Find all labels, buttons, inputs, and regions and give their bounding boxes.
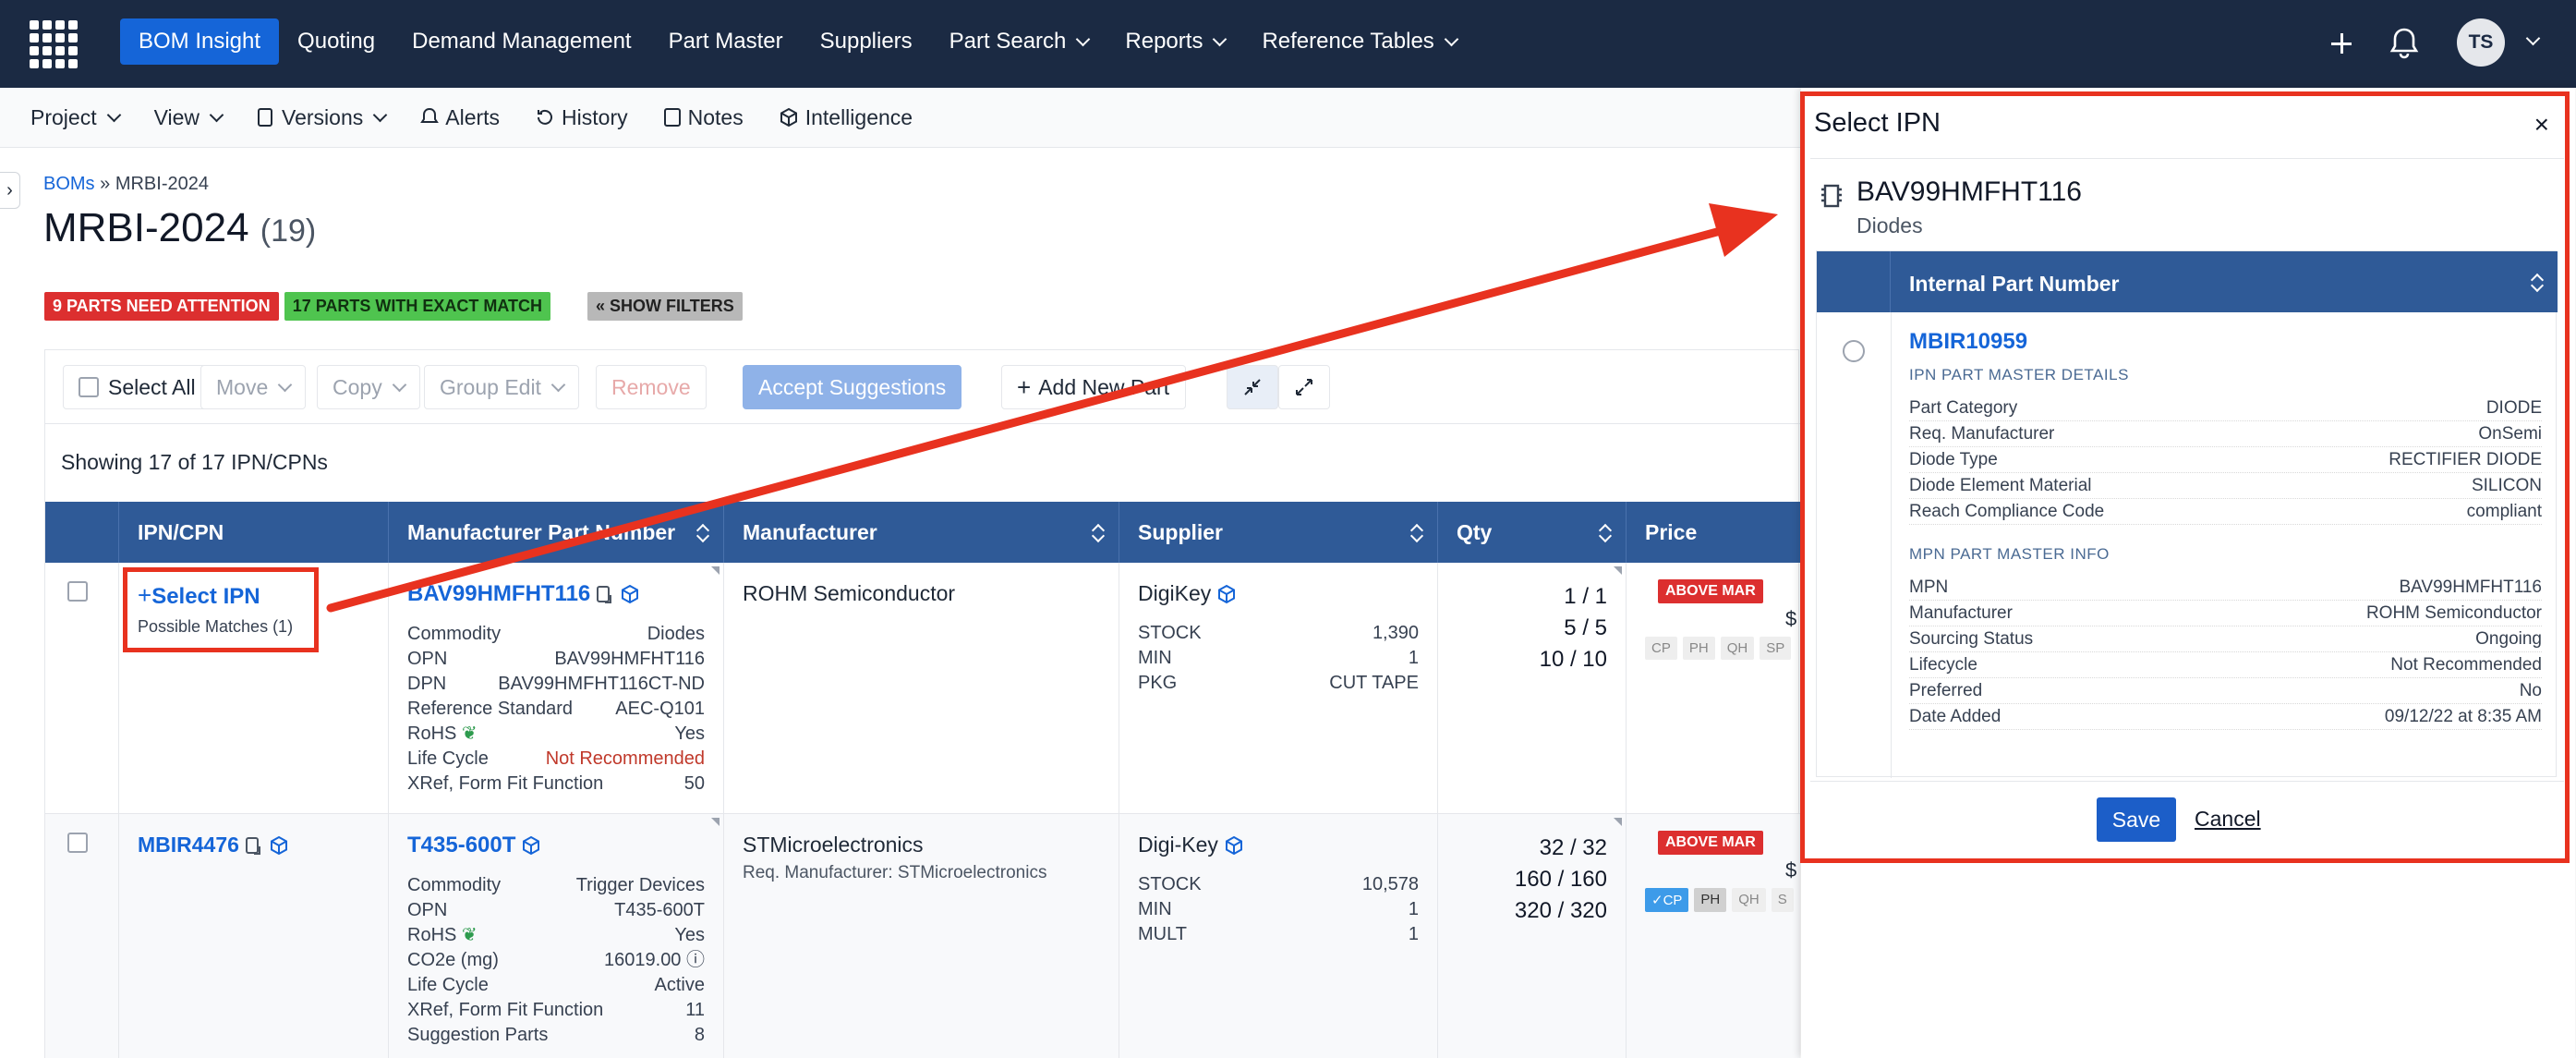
cancel-button[interactable]: Cancel: [2195, 807, 2261, 832]
header-radio: [1817, 251, 1891, 312]
ipn-detail-value: RECTIFIER DIODE: [2389, 450, 2542, 469]
mpn-detail-row: Lifecycle Not Recommended: [1909, 652, 2542, 678]
section-heading: MPN PART MASTER INFO: [1909, 545, 2110, 563]
ipn-detail-value: SILICON: [2471, 476, 2542, 495]
column-divider: [1891, 312, 1892, 778]
save-button[interactable]: Save: [2097, 797, 2176, 842]
ipn-option: MBIR10959 IPN PART MASTER DETAILS Part C…: [1909, 329, 2542, 730]
ipn-detail-key: Diode Type: [1909, 450, 1998, 469]
ipn-detail-value: compliant: [2466, 502, 2542, 521]
ipn-option-link[interactable]: MBIR10959: [1909, 329, 2542, 355]
ipn-detail-row: Part Category DIODE: [1909, 395, 2542, 421]
mpn-detail-row: MPN BAV99HMFHT116: [1909, 575, 2542, 601]
mpn-detail-value: No: [2519, 681, 2542, 700]
ipn-detail-key: Reach Compliance Code: [1909, 502, 2105, 521]
select-ipn-dialog: Select IPN × BAV99HMFHT116 Diodes Intern…: [1801, 88, 2575, 1058]
ipn-detail-key: Req. Manufacturer: [1909, 424, 2055, 444]
mpn-detail-value: 09/12/22 at 8:35 AM: [2384, 707, 2542, 726]
mpn-detail-key: MPN: [1909, 578, 1949, 597]
mpn-detail-key: Lifecycle: [1909, 655, 1977, 675]
mpn-detail-value: ROHM Semiconductor: [2365, 603, 2542, 623]
mpn-detail-value: BAV99HMFHT116: [2399, 578, 2542, 597]
ipn-detail-row: Diode Element Material SILICON: [1909, 473, 2542, 499]
mpn-detail-key: Date Added: [1909, 707, 2002, 726]
ipn-options-table: Internal Part Number MBIR10959 IPN PART …: [1816, 250, 2558, 778]
mpn-detail-value: Not Recommended: [2390, 655, 2542, 675]
ipn-detail-row: Diode Type RECTIFIER DIODE: [1909, 447, 2542, 473]
dialog-part-category: Diodes: [1856, 213, 1923, 237]
ipn-detail-key: Part Category: [1909, 398, 2018, 418]
mpn-detail-row: Date Added 09/12/22 at 8:35 AM: [1909, 704, 2542, 730]
mpn-detail-key: Sourcing Status: [1909, 629, 2034, 649]
mpn-detail-key: Preferred: [1909, 681, 1983, 700]
ipn-table-header: Internal Part Number: [1817, 251, 2558, 312]
ipn-detail-value: OnSemi: [2478, 424, 2542, 444]
dialog-part-number: BAV99HMFHT116: [1856, 176, 2082, 207]
mpn-detail-value: Ongoing: [2475, 629, 2542, 649]
mpn-detail-row: Manufacturer ROHM Semiconductor: [1909, 601, 2542, 626]
mpn-detail-row: Sourcing Status Ongoing: [1909, 626, 2542, 652]
close-icon[interactable]: ×: [2534, 110, 2549, 140]
divider: [1810, 781, 2564, 782]
ipn-detail-row: Reach Compliance Code compliant: [1909, 499, 2542, 525]
divider: [1810, 158, 2564, 159]
ipn-detail-key: Diode Element Material: [1909, 476, 2092, 495]
sort-icon[interactable]: [2532, 274, 2543, 292]
mpn-detail-key: Manufacturer: [1909, 603, 2013, 623]
ipn-radio[interactable]: [1843, 340, 1865, 362]
section-heading: IPN PART MASTER DETAILS: [1909, 366, 2129, 383]
ipn-detail-value: DIODE: [2485, 398, 2542, 418]
header-internal-part-number: Internal Part Number: [1909, 272, 2120, 296]
mpn-detail-row: Preferred No: [1909, 678, 2542, 704]
chip-icon: [1821, 184, 1842, 208]
ipn-detail-row: Req. Manufacturer OnSemi: [1909, 421, 2542, 447]
dialog-title: Select IPN: [1814, 108, 1941, 138]
